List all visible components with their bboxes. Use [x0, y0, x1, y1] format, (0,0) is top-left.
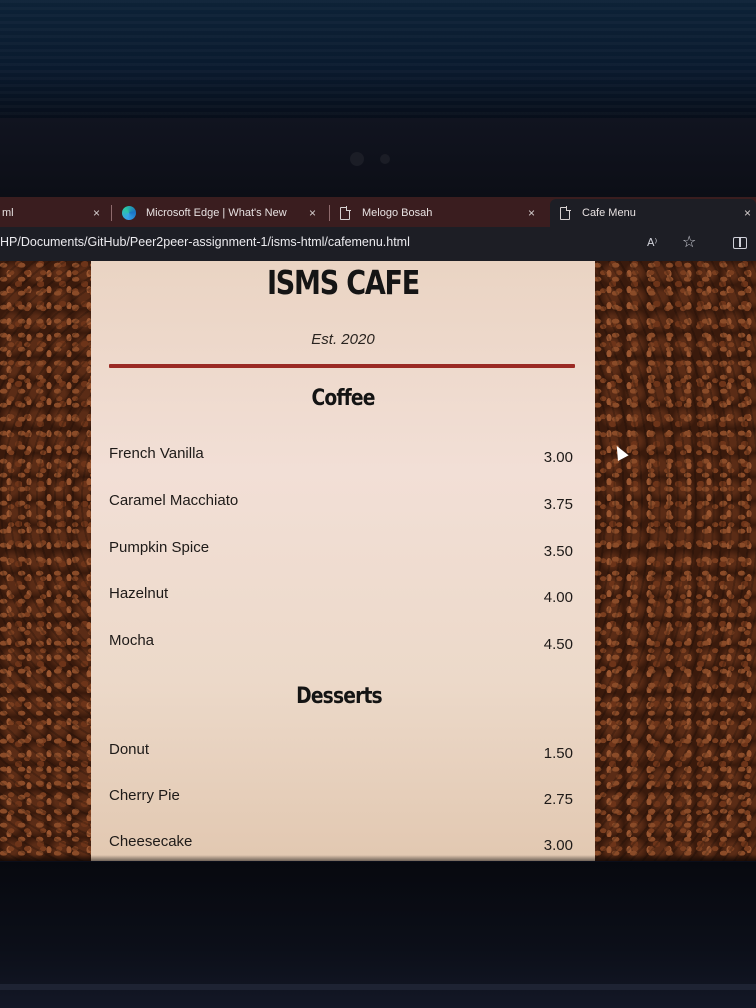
menu-item: Mocha 4.50: [109, 632, 573, 656]
menu-item: Cherry Pie 2.75: [109, 787, 573, 811]
split-screen-icon[interactable]: [733, 237, 747, 249]
tab-label: Cafe Menu: [582, 207, 636, 219]
monitor-bezel-top: [0, 118, 756, 198]
close-icon[interactable]: ×: [309, 206, 316, 220]
item-price: 4.00: [543, 589, 573, 606]
page-icon: [340, 206, 351, 220]
webcam: [350, 152, 364, 166]
tab-melogo-bosah[interactable]: Melogo Bosah ×: [330, 199, 548, 227]
tab-label: Melogo Bosah: [362, 207, 433, 219]
tab-label: ml: [2, 207, 14, 219]
background-wall: [0, 0, 756, 125]
url-field[interactable]: HP/Documents/GitHub/Peer2peer-assignment…: [0, 235, 410, 249]
section-title-desserts: Desserts: [296, 684, 383, 709]
item-name: Cheesecake: [109, 833, 193, 850]
tab-label: Microsoft Edge | What's New: [146, 207, 287, 219]
menu-card: ISMS CAFE Est. 2020 Coffee French Vanill…: [91, 261, 595, 861]
menu-item: French Vanilla 3.00: [109, 445, 573, 469]
item-name: Cherry Pie: [109, 787, 180, 804]
item-price: 4.50: [543, 636, 573, 653]
tab-html-file[interactable]: ml ×: [0, 199, 110, 227]
favorite-star-icon[interactable]: ☆: [682, 232, 696, 251]
item-price: 3.00: [543, 837, 573, 854]
item-price: 3.75: [543, 496, 573, 513]
address-bar: HP/Documents/GitHub/Peer2peer-assignment…: [0, 227, 756, 261]
menu-item: Hazelnut 4.00: [109, 585, 573, 609]
item-name: French Vanilla: [109, 445, 204, 462]
monitor-bezel-bottom: [0, 862, 756, 1008]
page-viewport: ISMS CAFE Est. 2020 Coffee French Vanill…: [0, 261, 756, 861]
item-name: Mocha: [109, 632, 155, 649]
divider: [109, 364, 575, 368]
tab-cafe-menu[interactable]: Cafe Menu ×: [550, 199, 756, 227]
menu-item: Caramel Macchiato 3.75: [109, 492, 573, 516]
established-text: Est. 2020: [311, 331, 375, 348]
screen-edge-shadow: [0, 855, 756, 861]
item-price: 2.75: [543, 791, 573, 808]
section-title-coffee: Coffee: [311, 386, 375, 411]
close-icon[interactable]: ×: [744, 206, 751, 220]
item-name: Donut: [109, 741, 150, 758]
item-name: Caramel Macchiato: [109, 492, 239, 509]
webcam-sensor: [380, 154, 390, 164]
tab-edge-whats-new[interactable]: Microsoft Edge | What's New ×: [112, 199, 326, 227]
item-price: 3.50: [543, 543, 573, 560]
menu-item: Cheesecake 3.00: [109, 833, 573, 857]
item-name: Pumpkin Spice: [109, 539, 210, 556]
page-icon: [560, 206, 571, 220]
tab-bar: ml × Microsoft Edge | What's New × Melog…: [0, 197, 756, 227]
close-icon[interactable]: ×: [93, 206, 100, 220]
menu-item: Donut 1.50: [109, 741, 573, 765]
menu-item: Pumpkin Spice 3.50: [109, 539, 573, 563]
edge-icon: [122, 206, 136, 220]
read-aloud-icon[interactable]: A⁾: [647, 236, 657, 249]
item-price: 3.00: [543, 449, 573, 466]
item-price: 1.50: [543, 745, 573, 762]
item-name: Hazelnut: [109, 585, 169, 602]
monitor-screen: ml × Microsoft Edge | What's New × Melog…: [0, 197, 756, 861]
page-title: ISMS CAFE: [266, 263, 420, 302]
close-icon[interactable]: ×: [528, 206, 535, 220]
